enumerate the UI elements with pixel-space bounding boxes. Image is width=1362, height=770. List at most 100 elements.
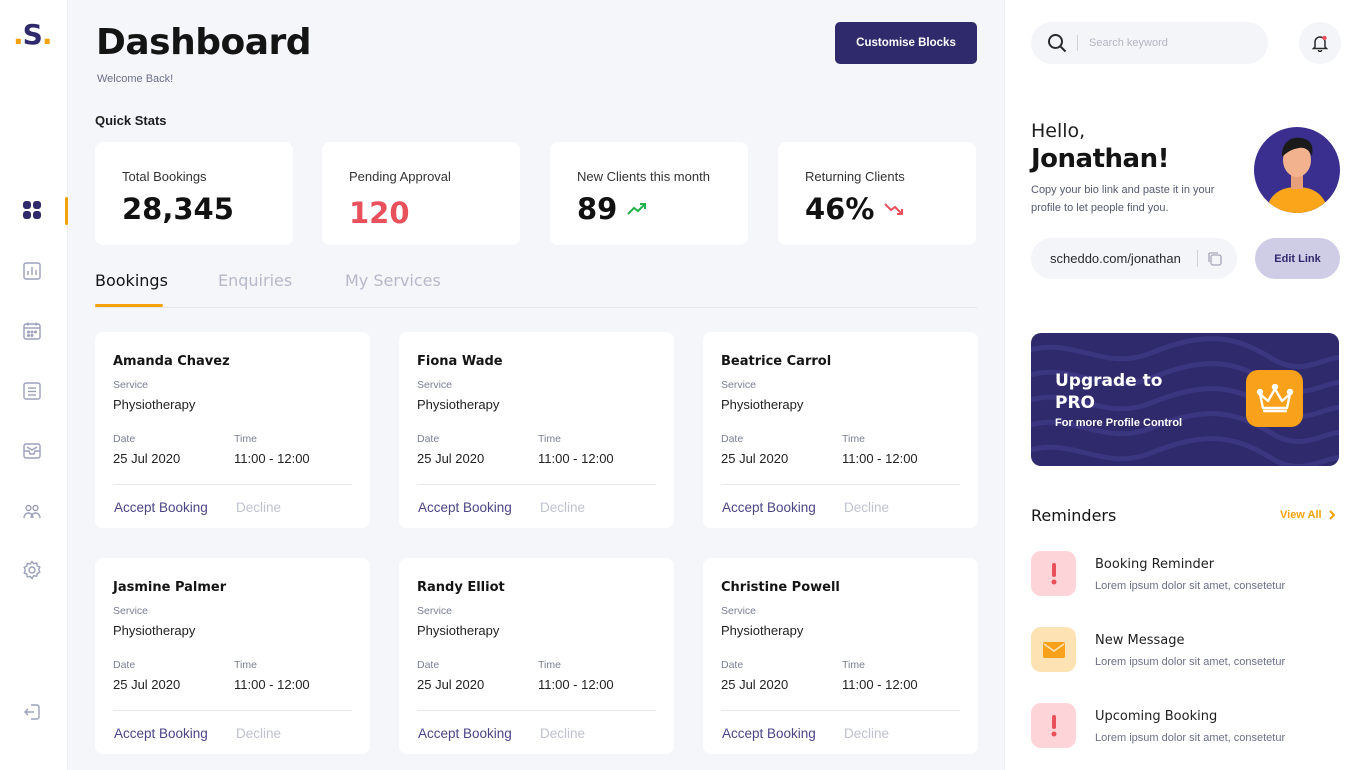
- time-label: Time: [842, 659, 865, 671]
- bio-link-description: Copy your bio link and paste it in your …: [1031, 184, 1215, 214]
- decline-button[interactable]: Decline: [540, 726, 585, 741]
- stat-label: Pending Approval: [349, 169, 451, 184]
- avatar[interactable]: [1254, 127, 1340, 213]
- date-value: 25 Jul 2020: [721, 677, 789, 692]
- client-name: Jasmine Palmer: [113, 580, 227, 595]
- accept-booking-button[interactable]: Accept Booking: [722, 500, 816, 515]
- reminder-title[interactable]: New Message: [1095, 633, 1184, 648]
- notifications-button[interactable]: [1299, 22, 1341, 64]
- page-subtitle: Welcome Back!: [97, 73, 174, 85]
- time-label: Time: [842, 433, 865, 445]
- accept-booking-button[interactable]: Accept Booking: [418, 726, 512, 741]
- upgrade-pro-banner[interactable]: Upgrade to PRO For more Profile Control: [1031, 333, 1339, 466]
- tab-enquiries[interactable]: Enquiries: [218, 271, 292, 290]
- card-divider: [417, 484, 656, 485]
- stat-label: New Clients this month: [577, 169, 710, 184]
- card-divider: [113, 484, 352, 485]
- tab-my-services[interactable]: My Services: [345, 271, 441, 290]
- service-label: Service: [113, 605, 149, 617]
- trend-up-icon: [627, 203, 647, 215]
- service-label: Service: [113, 379, 149, 391]
- greeting: Hello,: [1031, 120, 1086, 142]
- decline-button[interactable]: Decline: [844, 500, 889, 515]
- edit-link-button[interactable]: Edit Link: [1255, 238, 1340, 279]
- stat-value: 46%: [805, 192, 904, 226]
- service-value: Physiotherapy: [721, 623, 804, 638]
- decline-button[interactable]: Decline: [236, 500, 281, 515]
- decline-button[interactable]: Decline: [844, 726, 889, 741]
- nav-calendar-icon[interactable]: [20, 319, 44, 343]
- reminder-desc: Lorem ipsum dolor sit amet, consetetur: [1095, 732, 1286, 744]
- accept-booking-button[interactable]: Accept Booking: [418, 500, 512, 515]
- customise-blocks-button[interactable]: Customise Blocks: [835, 22, 977, 64]
- chevron-right-icon: [1328, 510, 1335, 520]
- booking-card: Fiona Wade Service Physiotherapy Date 25 Jul…: [399, 332, 674, 528]
- date-value: 25 Jul 2020: [417, 451, 485, 466]
- reminder-title[interactable]: Booking Reminder: [1095, 557, 1214, 572]
- time-value: 11:00 - 12:00: [234, 451, 310, 466]
- card-divider: [721, 710, 960, 711]
- alert-icon: [1031, 703, 1076, 748]
- nav-analytics-icon[interactable]: [20, 259, 44, 283]
- nav-inbox-icon[interactable]: [20, 439, 44, 463]
- time-label: Time: [234, 659, 257, 671]
- tab-bookings[interactable]: Bookings: [95, 271, 168, 290]
- page-title: Dashboard: [96, 22, 312, 63]
- time-value: 11:00 - 12:00: [538, 451, 614, 466]
- date-value: 25 Jul 2020: [113, 451, 181, 466]
- date-label: Date: [113, 659, 136, 671]
- search-icon[interactable]: [1047, 33, 1067, 53]
- accept-booking-button[interactable]: Accept Booking: [722, 726, 816, 741]
- bio-link-field: scheddo.com/jonathan: [1031, 238, 1237, 279]
- decline-button[interactable]: Decline: [540, 500, 585, 515]
- logo[interactable]: .S.: [13, 18, 52, 51]
- service-value: Physiotherapy: [417, 623, 500, 638]
- bio-link-divider: [1197, 250, 1198, 267]
- nav-clients-icon[interactable]: [20, 499, 44, 523]
- stat-value: 28,345: [122, 192, 234, 226]
- crown-icon: [1246, 370, 1303, 427]
- service-value: Physiotherapy: [721, 397, 804, 412]
- search-bar: [1031, 22, 1268, 64]
- booking-card: Beatrice Carrol Service Physiotherapy Date 2…: [703, 332, 978, 528]
- service-label: Service: [417, 605, 453, 617]
- stat-card-total-bookings: Total Bookings 28,345: [95, 142, 293, 245]
- accept-booking-button[interactable]: Accept Booking: [114, 500, 208, 515]
- envelope-icon: [1031, 627, 1076, 672]
- nav-list-icon[interactable]: [20, 379, 44, 403]
- decline-button[interactable]: Decline: [236, 726, 281, 741]
- booking-card: Christine Powell Service Physiotherapy Date…: [703, 558, 978, 754]
- bell-icon: [1311, 35, 1329, 52]
- stat-label: Returning Clients: [805, 169, 905, 184]
- accept-booking-button[interactable]: Accept Booking: [114, 726, 208, 741]
- reminder-desc: Lorem ipsum dolor sit amet, consetetur: [1095, 580, 1286, 592]
- alert-icon: [1031, 551, 1076, 596]
- bio-link-text[interactable]: scheddo.com/jonathan: [1050, 251, 1181, 266]
- tabs: Bookings Enquiries My Services: [95, 267, 977, 308]
- nav-dashboard-icon[interactable]: [20, 198, 44, 222]
- quick-stats-label: Quick Stats: [95, 113, 167, 128]
- service-value: Physiotherapy: [113, 623, 196, 638]
- copy-icon[interactable]: [1206, 250, 1224, 268]
- reminder-title[interactable]: Upcoming Booking: [1095, 709, 1217, 724]
- view-all-link[interactable]: View All: [1280, 509, 1336, 521]
- search-input[interactable]: [1089, 33, 1249, 53]
- logout-icon[interactable]: [20, 700, 44, 724]
- booking-card: Amanda Chavez Service Physiotherapy Date 25 …: [95, 332, 370, 528]
- time-value: 11:00 - 12:00: [842, 451, 918, 466]
- nav-settings-icon[interactable]: [20, 558, 44, 582]
- client-name: Beatrice Carrol: [721, 354, 832, 369]
- time-label: Time: [234, 433, 257, 445]
- service-value: Physiotherapy: [417, 397, 500, 412]
- client-name: Randy Elliot: [417, 580, 505, 595]
- card-divider: [417, 710, 656, 711]
- card-divider: [721, 484, 960, 485]
- card-divider: [113, 710, 352, 711]
- stat-card-new-clients: New Clients this month 89: [550, 142, 748, 245]
- date-value: 25 Jul 2020: [417, 677, 485, 692]
- user-name: Jonathan!: [1031, 144, 1169, 174]
- main-content: Dashboard Welcome Back! Customise Blocks…: [68, 0, 1004, 770]
- sidebar: .S.: [0, 0, 68, 770]
- date-label: Date: [417, 433, 440, 445]
- time-label: Time: [538, 659, 561, 671]
